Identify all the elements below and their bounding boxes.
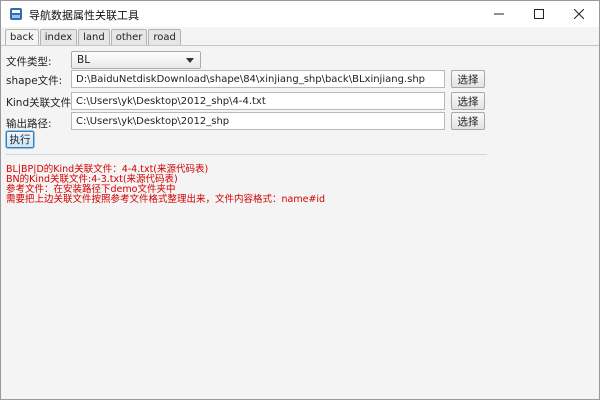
kind-file-input[interactable]: [71, 92, 445, 110]
separator: [6, 154, 487, 155]
tab-road[interactable]: road: [148, 29, 181, 46]
tab-divider: [1, 45, 599, 46]
kind-choose-button[interactable]: 选择: [451, 92, 485, 110]
output-choose-button[interactable]: 选择: [451, 112, 485, 130]
title-bar: 导航数据属性关联工具: [1, 1, 599, 27]
window-title: 导航数据属性关联工具: [29, 9, 139, 22]
info-line: 需要把上边关联文件按照参考文件格式整理出来，文件内容格式：name#id: [6, 194, 326, 205]
close-icon: [574, 9, 584, 19]
tab-land[interactable]: land: [78, 29, 110, 46]
minimize-icon: [494, 13, 504, 15]
close-button[interactable]: [559, 1, 599, 27]
shape-choose-button[interactable]: 选择: [451, 70, 485, 88]
output-path-label: 输出路径:: [6, 118, 52, 130]
minimize-button[interactable]: [479, 1, 519, 27]
run-button[interactable]: 执行: [6, 131, 34, 148]
output-path-input[interactable]: [71, 112, 445, 130]
shape-file-label: shape文件:: [6, 75, 63, 87]
maximize-button[interactable]: [519, 1, 559, 27]
tab-back[interactable]: back: [5, 29, 39, 46]
kind-file-label: Kind关联文件:: [6, 97, 75, 109]
file-type-value: BL: [77, 54, 91, 66]
tab-other[interactable]: other: [110, 29, 148, 46]
app-icon: [10, 8, 22, 20]
chevron-down-icon: [186, 58, 194, 63]
file-type-select[interactable]: BL: [71, 51, 201, 69]
file-type-label: 文件类型:: [6, 56, 52, 68]
maximize-icon: [534, 9, 544, 19]
app-window: 导航数据属性关联工具 back index land other road 文件…: [0, 0, 600, 400]
tab-index[interactable]: index: [39, 29, 78, 46]
tab-bar: back index land other road: [5, 29, 182, 46]
shape-file-input[interactable]: [71, 70, 445, 88]
